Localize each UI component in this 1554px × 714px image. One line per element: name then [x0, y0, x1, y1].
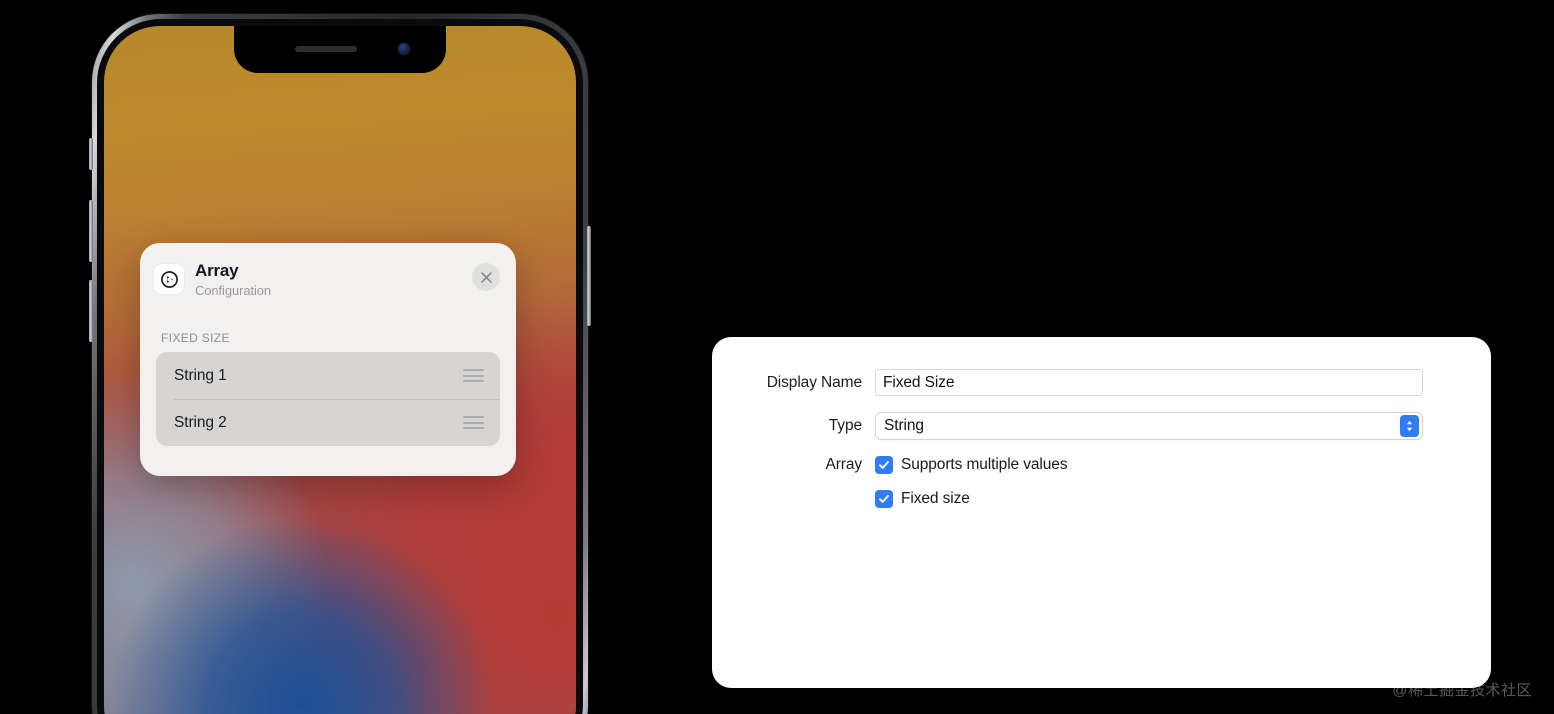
volume-down-button[interactable]	[89, 280, 93, 342]
list-item[interactable]: String 1	[156, 352, 500, 399]
fixed-size-row: Fixed size	[712, 490, 1491, 508]
power-button[interactable]	[587, 226, 591, 326]
type-row: Type String	[712, 412, 1491, 440]
type-select[interactable]: String	[875, 412, 1423, 440]
sheet-subtitle: Configuration	[195, 283, 272, 298]
iphone-device: Array Configuration FIXED SIZE String 1	[89, 14, 591, 714]
display-name-row: Display Name Fixed Size	[712, 369, 1491, 396]
silent-switch-button[interactable]	[89, 138, 93, 170]
intent-definition-inspector-panel: Display Name Fixed Size Type String Arra	[712, 337, 1491, 688]
fixed-size-checkbox[interactable]	[875, 490, 893, 508]
array-value-list: String 1 String 2	[156, 352, 500, 446]
drag-handle-icon[interactable]	[463, 416, 484, 429]
widget-configuration-sheet: Array Configuration FIXED SIZE String 1	[140, 243, 516, 476]
screenshot-root: Array Configuration FIXED SIZE String 1	[0, 0, 1554, 714]
supports-multiple-values-checkbox[interactable]	[875, 456, 893, 474]
sheet-title: Array	[195, 261, 239, 280]
phone-screen: Array Configuration FIXED SIZE String 1	[104, 26, 576, 714]
notch	[234, 26, 446, 73]
drag-handle-icon[interactable]	[463, 369, 484, 382]
section-header-fixed-size: FIXED SIZE	[161, 331, 230, 345]
chevron-up-down-icon[interactable]	[1400, 415, 1419, 437]
close-icon	[480, 271, 492, 283]
list-item-label: String 2	[174, 413, 227, 431]
siri-shortcuts-icon	[154, 264, 184, 294]
type-label: Type	[828, 417, 862, 434]
display-name-input[interactable]: Fixed Size	[875, 369, 1423, 396]
list-item-label: String 1	[174, 366, 227, 384]
watermark: @稀土掘金技术社区	[1392, 682, 1532, 699]
list-item[interactable]: String 2	[156, 399, 500, 446]
supports-multiple-values-label: Supports multiple values	[901, 456, 1068, 473]
array-row: Array Supports multiple values	[712, 456, 1491, 474]
fixed-size-label: Fixed size	[901, 490, 970, 507]
close-button[interactable]	[472, 263, 500, 291]
fixed-size-checkbox-row[interactable]: Fixed size	[875, 490, 1491, 508]
array-label: Array	[825, 456, 862, 473]
checkmark-icon	[879, 495, 889, 503]
earpiece-speaker-icon	[295, 46, 357, 52]
checkmark-icon	[879, 461, 889, 469]
sheet-header: Array Configuration	[140, 243, 516, 299]
supports-multiple-values-checkbox-row[interactable]: Supports multiple values	[875, 456, 1068, 474]
front-camera-icon	[398, 43, 410, 55]
type-select-value: String	[884, 417, 924, 434]
sheet-title-group: Array Configuration	[195, 261, 472, 299]
display-name-label: Display Name	[766, 373, 862, 391]
volume-up-button[interactable]	[89, 200, 93, 262]
